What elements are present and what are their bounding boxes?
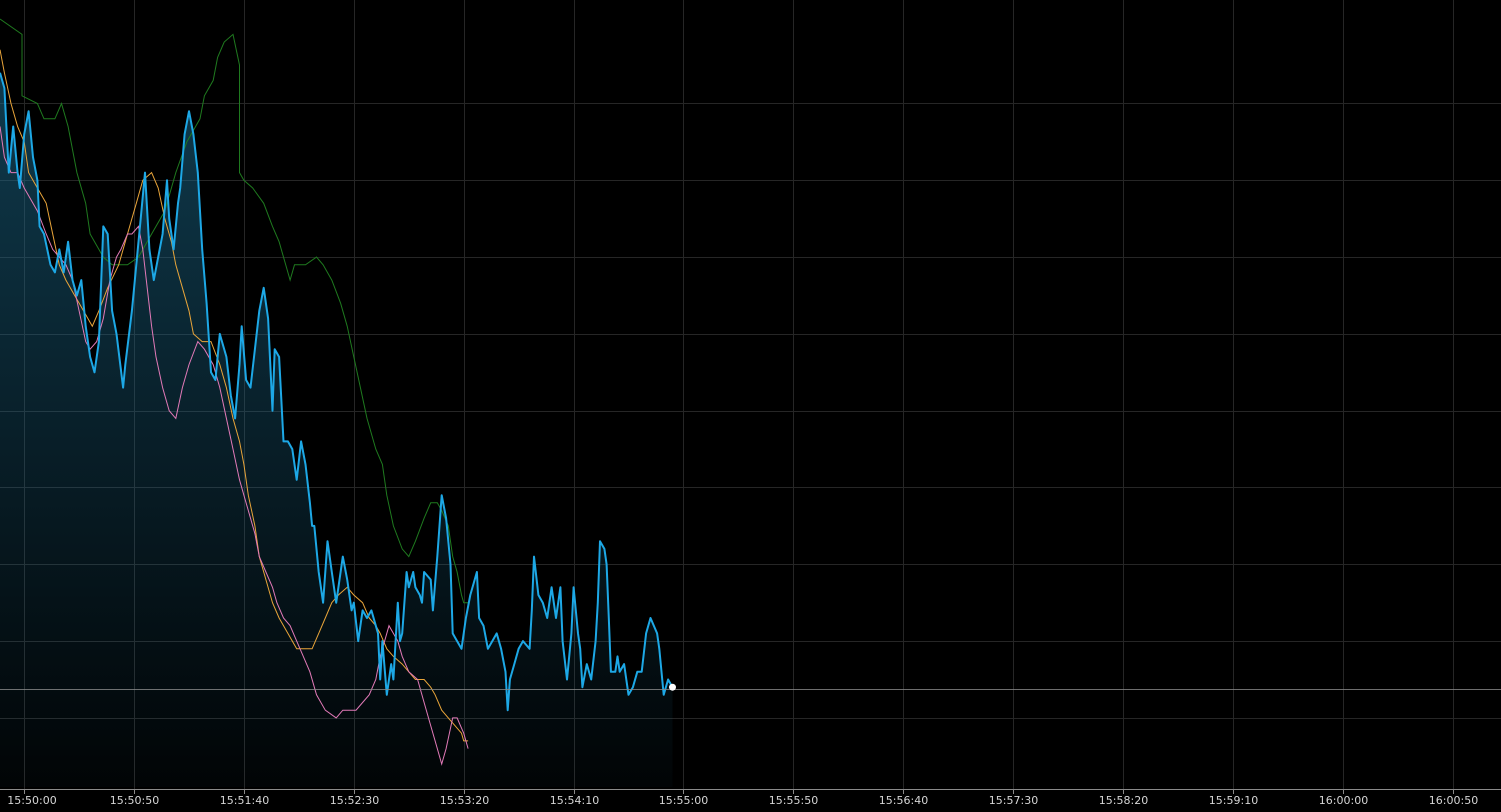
x-tick-label: 15:58:20 [1099, 794, 1148, 807]
x-tick-label: 15:50:00 [7, 794, 56, 807]
x-tick-label: 15:50:50 [110, 794, 159, 807]
current-value-marker[interactable] [669, 683, 676, 691]
x-tick-label: 15:52:30 [330, 794, 379, 807]
x-tick-label: 15:55:50 [769, 794, 818, 807]
x-tick-label: 15:51:40 [220, 794, 269, 807]
x-tick-label: 16:00:00 [1319, 794, 1368, 807]
x-tick-label: 15:55:00 [659, 794, 708, 807]
x-tick-label: 16:00:50 [1429, 794, 1478, 807]
x-tick-label: 15:54:10 [550, 794, 599, 807]
price-chart[interactable]: 15:50:00 15:50:50 15:51:40 15:52:30 15:53:20… [0, 0, 1501, 812]
x-tick-label: 15:56:40 [879, 794, 928, 807]
x-tick-label: 15:59:10 [1209, 794, 1258, 807]
x-tick-label: 15:53:20 [440, 794, 489, 807]
x-tick-label: 15:57:30 [989, 794, 1038, 807]
